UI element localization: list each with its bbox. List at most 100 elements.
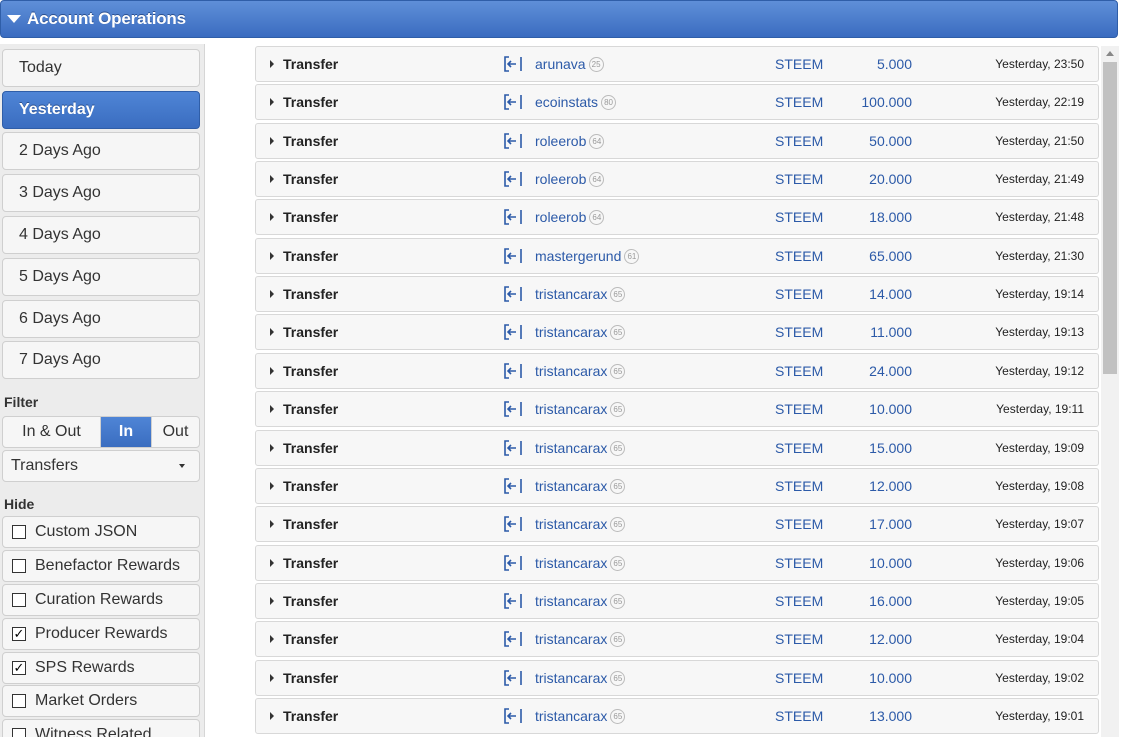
account-link[interactable]: tristancarax 65	[535, 324, 626, 340]
expand-arrow-icon[interactable]	[270, 444, 274, 452]
expand-arrow-icon[interactable]	[270, 559, 274, 567]
operation-row[interactable]: Transfer tristancarax 65 STEEM 24.000 Yesterd…	[255, 353, 1099, 389]
expand-arrow-icon[interactable]	[270, 328, 274, 336]
account-name[interactable]: roleerob	[535, 133, 586, 149]
operation-row[interactable]: Transfer tristancarax 65 STEEM 10.000 Yesterd…	[255, 660, 1099, 696]
operation-row[interactable]: Transfer tristancarax 65 STEEM 12.000 Yesterd…	[255, 468, 1099, 504]
checkbox-unchecked-icon[interactable]	[12, 728, 26, 737]
operation-row[interactable]: Transfer tristancarax 65 STEEM 10.000 Yesterd…	[255, 545, 1099, 581]
day-today[interactable]: Today	[2, 49, 200, 87]
account-link[interactable]: tristancarax 65	[535, 516, 626, 532]
checkbox-unchecked-icon[interactable]	[12, 694, 26, 708]
account-link[interactable]: tristancarax 65	[535, 363, 626, 379]
hide-witness-related[interactable]: Witness Related	[2, 719, 200, 737]
hide-market-orders[interactable]: Market Orders	[2, 685, 200, 717]
account-name[interactable]: tristancarax	[535, 555, 607, 571]
hide-curation-rewards[interactable]: Curation Rewards	[2, 584, 200, 616]
expand-arrow-icon[interactable]	[270, 367, 274, 375]
account-link[interactable]: tristancarax 65	[535, 631, 626, 647]
account-name[interactable]: tristancarax	[535, 440, 607, 456]
account-name[interactable]: tristancarax	[535, 670, 607, 686]
day-4-days-ago[interactable]: 4 Days Ago	[2, 216, 200, 254]
hide-producer-rewards[interactable]: ✓ Producer Rewards	[2, 618, 200, 650]
account-name[interactable]: arunava	[535, 56, 586, 72]
operation-row[interactable]: Transfer tristancarax 65 STEEM 11.000 Yesterd…	[255, 314, 1099, 350]
account-name[interactable]: tristancarax	[535, 631, 607, 647]
checkbox-unchecked-icon[interactable]	[12, 593, 26, 607]
account-name[interactable]: roleerob	[535, 209, 586, 225]
operation-row[interactable]: Transfer arunava 25 STEEM 5.000 Yesterday, 23…	[255, 46, 1099, 82]
account-name[interactable]: tristancarax	[535, 593, 607, 609]
account-name[interactable]: tristancarax	[535, 516, 607, 532]
operation-row[interactable]: Transfer tristancarax 65 STEEM 15.000 Yesterd…	[255, 430, 1099, 466]
account-link[interactable]: roleerob 64	[535, 133, 605, 149]
account-link[interactable]: tristancarax 65	[535, 286, 626, 302]
day-2-days-ago[interactable]: 2 Days Ago	[2, 132, 200, 170]
account-link[interactable]: roleerob 64	[535, 171, 605, 187]
day-7-days-ago[interactable]: 7 Days Ago	[2, 341, 200, 379]
filter-out[interactable]: Out	[151, 417, 199, 447]
expand-arrow-icon[interactable]	[270, 635, 274, 643]
account-link[interactable]: mastergerund 61	[535, 248, 640, 264]
account-name[interactable]: tristancarax	[535, 286, 607, 302]
account-link[interactable]: tristancarax 65	[535, 708, 626, 724]
expand-arrow-icon[interactable]	[270, 712, 274, 720]
operation-row[interactable]: Transfer tristancarax 65 STEEM 10.000 Yesterd…	[255, 391, 1099, 427]
account-link[interactable]: arunava 25	[535, 56, 604, 72]
expand-arrow-icon[interactable]	[270, 674, 274, 682]
scrollbar[interactable]	[1101, 46, 1119, 737]
account-link[interactable]: tristancarax 65	[535, 440, 626, 456]
expand-arrow-icon[interactable]	[270, 252, 274, 260]
account-name[interactable]: roleerob	[535, 171, 586, 187]
hide-benefactor-rewards[interactable]: Benefactor Rewards	[2, 550, 200, 582]
expand-arrow-icon[interactable]	[270, 482, 274, 490]
expand-arrow-icon[interactable]	[270, 290, 274, 298]
hide-custom-json[interactable]: Custom JSON	[2, 516, 200, 548]
expand-arrow-icon[interactable]	[270, 520, 274, 528]
operation-row[interactable]: Transfer roleerob 64 STEEM 50.000 Yesterday, …	[255, 123, 1099, 159]
expand-arrow-icon[interactable]	[270, 98, 274, 106]
account-link[interactable]: tristancarax 65	[535, 401, 626, 417]
operation-row[interactable]: Transfer tristancarax 65 STEEM 14.000 Yesterd…	[255, 276, 1099, 312]
account-name[interactable]: tristancarax	[535, 401, 607, 417]
scrollbar-thumb[interactable]	[1103, 62, 1117, 374]
day-3-days-ago[interactable]: 3 Days Ago	[2, 174, 200, 212]
operation-row[interactable]: Transfer ecoinstats 80 STEEM 100.000 Yesterda…	[255, 84, 1099, 120]
account-name[interactable]: tristancarax	[535, 363, 607, 379]
operation-row[interactable]: Transfer tristancarax 65 STEEM 12.000 Yesterd…	[255, 621, 1099, 657]
operation-row[interactable]: Transfer tristancarax 65 STEEM 16.000 Yesterd…	[255, 583, 1099, 619]
account-name[interactable]: tristancarax	[535, 478, 607, 494]
account-link[interactable]: tristancarax 65	[535, 670, 626, 686]
scroll-up-arrow-icon[interactable]	[1106, 51, 1114, 56]
operation-row[interactable]: Transfer tristancarax 65 STEEM 13.000 Yesterd…	[255, 698, 1099, 734]
expand-arrow-icon[interactable]	[270, 597, 274, 605]
account-link[interactable]: tristancarax 65	[535, 478, 626, 494]
day-5-days-ago[interactable]: 5 Days Ago	[2, 258, 200, 296]
account-operations-header[interactable]: Account Operations	[0, 0, 1118, 38]
operation-row[interactable]: Transfer tristancarax 65 STEEM 17.000 Yesterd…	[255, 506, 1099, 542]
hide-sps-rewards[interactable]: ✓ SPS Rewards	[2, 652, 200, 684]
account-name[interactable]: mastergerund	[535, 248, 621, 264]
expand-arrow-icon[interactable]	[270, 175, 274, 183]
operation-row[interactable]: Transfer roleerob 64 STEEM 20.000 Yesterday, …	[255, 161, 1099, 197]
account-name[interactable]: ecoinstats	[535, 94, 598, 110]
account-link[interactable]: tristancarax 65	[535, 593, 626, 609]
checkbox-unchecked-icon[interactable]	[12, 559, 26, 573]
account-link[interactable]: roleerob 64	[535, 209, 605, 225]
filter-in[interactable]: In	[101, 417, 151, 447]
checkbox-checked-icon[interactable]: ✓	[12, 661, 26, 675]
expand-arrow-icon[interactable]	[270, 60, 274, 68]
operation-row[interactable]: Transfer mastergerund 61 STEEM 65.000 Yesterd…	[255, 238, 1099, 274]
expand-arrow-icon[interactable]	[270, 213, 274, 221]
day-6-days-ago[interactable]: 6 Days Ago	[2, 300, 200, 338]
operation-row[interactable]: Transfer roleerob 64 STEEM 18.000 Yesterday, …	[255, 199, 1099, 235]
account-link[interactable]: ecoinstats 80	[535, 94, 617, 110]
account-name[interactable]: tristancarax	[535, 324, 607, 340]
checkbox-checked-icon[interactable]: ✓	[12, 627, 26, 641]
account-link[interactable]: tristancarax 65	[535, 555, 626, 571]
checkbox-unchecked-icon[interactable]	[12, 525, 26, 539]
expand-arrow-icon[interactable]	[270, 137, 274, 145]
expand-arrow-icon[interactable]	[270, 405, 274, 413]
account-name[interactable]: tristancarax	[535, 708, 607, 724]
operation-type-select[interactable]: Transfers	[2, 450, 200, 482]
